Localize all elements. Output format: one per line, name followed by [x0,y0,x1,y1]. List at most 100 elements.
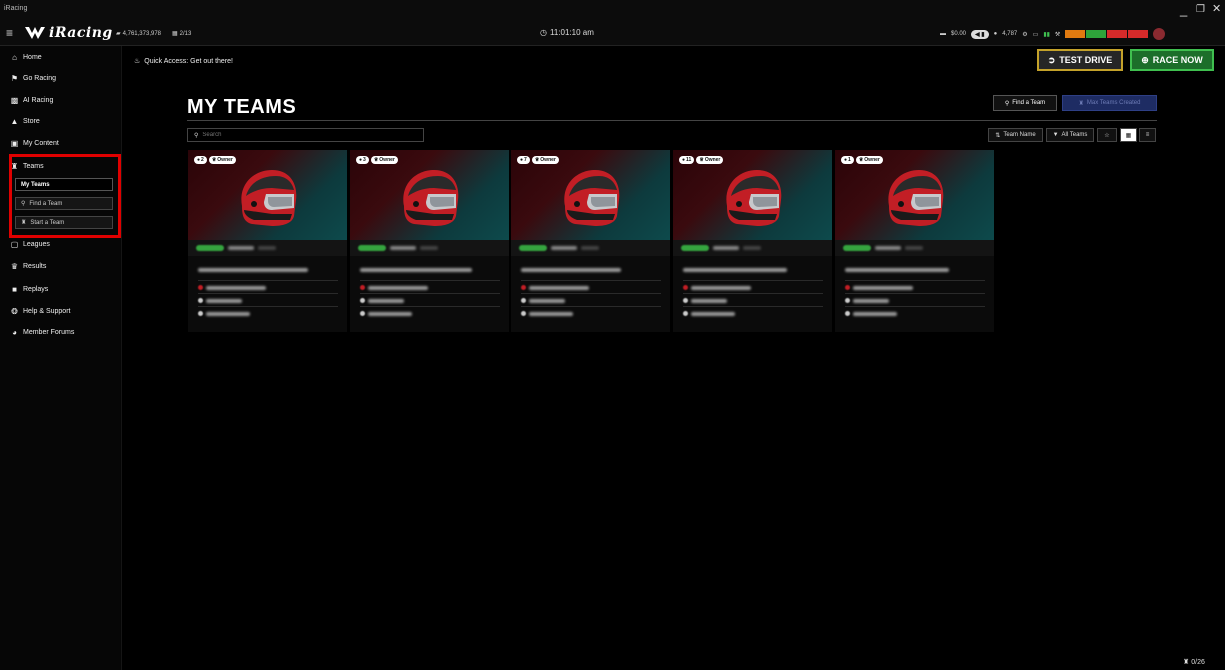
race-now-button[interactable]: ⊕ RACE NOW [1130,49,1214,71]
sort-team-name-button[interactable]: ⇅ Team Name [988,128,1043,142]
blurred-status [875,246,901,250]
blurred-owner [368,286,428,290]
team-card-image: ● 3 ♕ Owner [350,150,509,240]
team-card-image: ● 1 ♕ Owner [835,150,994,240]
team-card[interactable]: ● 7 ♕ Owner [511,150,670,332]
search-input[interactable] [202,132,403,138]
search-icon: ⚲ [21,201,26,207]
member-count-badge: ● 7 [517,156,530,164]
search-icon: ⚲ [194,132,199,139]
sidebar-item-results[interactable]: ♛ Results [10,262,46,271]
member-icon: ● [682,157,686,163]
team-card[interactable]: ● 3 ♕ Owner [350,150,509,332]
sidebar-item-home[interactable]: ⌂ Home [10,53,42,62]
sidebar-subitem-start-team[interactable]: ♜ Start a Team [15,216,113,229]
blurred-status [390,246,416,250]
list-view-button[interactable]: ≡ [1139,128,1156,142]
team-card[interactable]: ● 1 ♕ Owner [835,150,994,332]
sidebar-item-my-content[interactable]: ▣ My Content [10,139,59,148]
test-drive-button[interactable]: ➲ TEST DRIVE [1037,49,1123,71]
blurred-info [691,299,727,303]
crown-icon: ♕ [373,157,379,163]
blurred-website [853,312,897,316]
trophy-icon: ♛ [10,262,19,271]
team-card-status-bar [350,240,509,256]
license-oval [1065,30,1086,38]
crown-icon: ♕ [534,157,540,163]
card-divider [845,306,985,307]
card-divider [198,293,338,294]
hamburger-menu-icon[interactable]: ≡ [6,26,13,40]
search-box[interactable]: ⚲ [187,128,424,142]
flag-icon: ⚑ [10,74,19,83]
info-icon [198,298,203,303]
chat-icon[interactable]: ▭ [1033,31,1039,38]
team-add-icon: ♜ [21,220,27,226]
sidebar-subitem-my-teams[interactable]: My Teams [15,178,113,191]
card-divider [845,280,985,281]
balance[interactable]: $0.00 [951,31,966,37]
team-card-badges: ● 7 ♕ Owner [517,156,559,164]
team-card-status-bar [511,240,670,256]
card-divider [360,306,500,307]
blurred-owner [691,286,751,290]
blurred-owner [853,286,913,290]
team-card-image: ● 2 ♕ Owner [188,150,347,240]
list-icon: ≡ [1145,132,1150,138]
close-button[interactable]: ✕ [1212,2,1221,15]
member-icon: ● [359,157,363,163]
flag-icon: ▰ [116,31,121,37]
license-dirt-oval [1107,30,1128,38]
credits[interactable]: 4,787 [1002,31,1017,37]
card-divider [845,293,985,294]
store-icon: ▲ [10,117,19,126]
sidebar-item-teams[interactable]: ♜ Teams [10,162,44,171]
iracing-logo[interactable]: iRacing [24,25,113,41]
helmet-icon [403,170,459,226]
ai-icon: ▩ [10,96,19,105]
restore-button[interactable]: ❐ [1196,4,1205,15]
crown-icon: ♕ [211,157,217,163]
sidebar-item-leagues[interactable]: ▢ Leagues [10,240,50,249]
helmet-icon [564,170,620,226]
forum-icon: ◕ [12,328,17,337]
sidebar-item-forums[interactable]: ◕ Member Forums [10,328,74,337]
website-icon [845,311,850,316]
sidebar-subitem-find-team[interactable]: ⚲ Find a Team [15,197,113,210]
license-badges[interactable] [1065,30,1149,38]
filter-all-teams-button[interactable]: ▼ All Teams [1046,128,1094,142]
helmet-icon [888,170,944,226]
blurred-info [853,299,889,303]
minimize-button[interactable]: _ [1180,2,1187,17]
sidebar-item-replays[interactable]: ■ Replays [10,285,48,294]
team-card-status-bar [835,240,994,256]
team-card[interactable]: ● 2 ♕ Owner [188,150,347,332]
website-icon [683,311,688,316]
helmet-icon [241,170,297,226]
quick-access[interactable]: ♨ Quick Access: Get out there! [134,57,233,66]
settings-icon[interactable]: ⚙ [1022,31,1027,38]
blurred-team-name [683,268,787,272]
grid-view-button[interactable]: ▦ [1120,128,1137,142]
page-title: MY TEAMS [187,96,297,118]
card-divider [360,280,500,281]
team-card[interactable]: ● 11 ♕ Owner [673,150,832,332]
sidebar-item-store[interactable]: ▲ Store [10,117,40,126]
find-team-button[interactable]: ⚲ Find a Team [993,95,1057,111]
max-teams-created-button: ♜ Max Teams Created [1062,95,1157,111]
wrench-icon[interactable]: ⚒ [1055,31,1060,38]
notification-pill[interactable]: ◀ ▮ [971,29,989,39]
card-divider [683,280,823,281]
sidebar-item-ai-racing[interactable]: ▩ AI Racing [10,96,54,105]
video-icon: ■ [12,285,17,294]
content-icon: ▣ [10,139,19,148]
blurred-status [420,246,438,250]
sidebar-item-help[interactable]: ❂ Help & Support [10,307,70,316]
owner-icon [521,285,526,290]
favorite-filter-button[interactable]: ☆ [1097,128,1117,142]
user-avatar[interactable] [1153,28,1166,40]
sidebar-item-go-racing[interactable]: ⚑ Go Racing [10,74,56,83]
blurred-owner [206,286,266,290]
role-badge: ♕ Owner [531,156,559,164]
recruiting-badge [681,245,709,251]
